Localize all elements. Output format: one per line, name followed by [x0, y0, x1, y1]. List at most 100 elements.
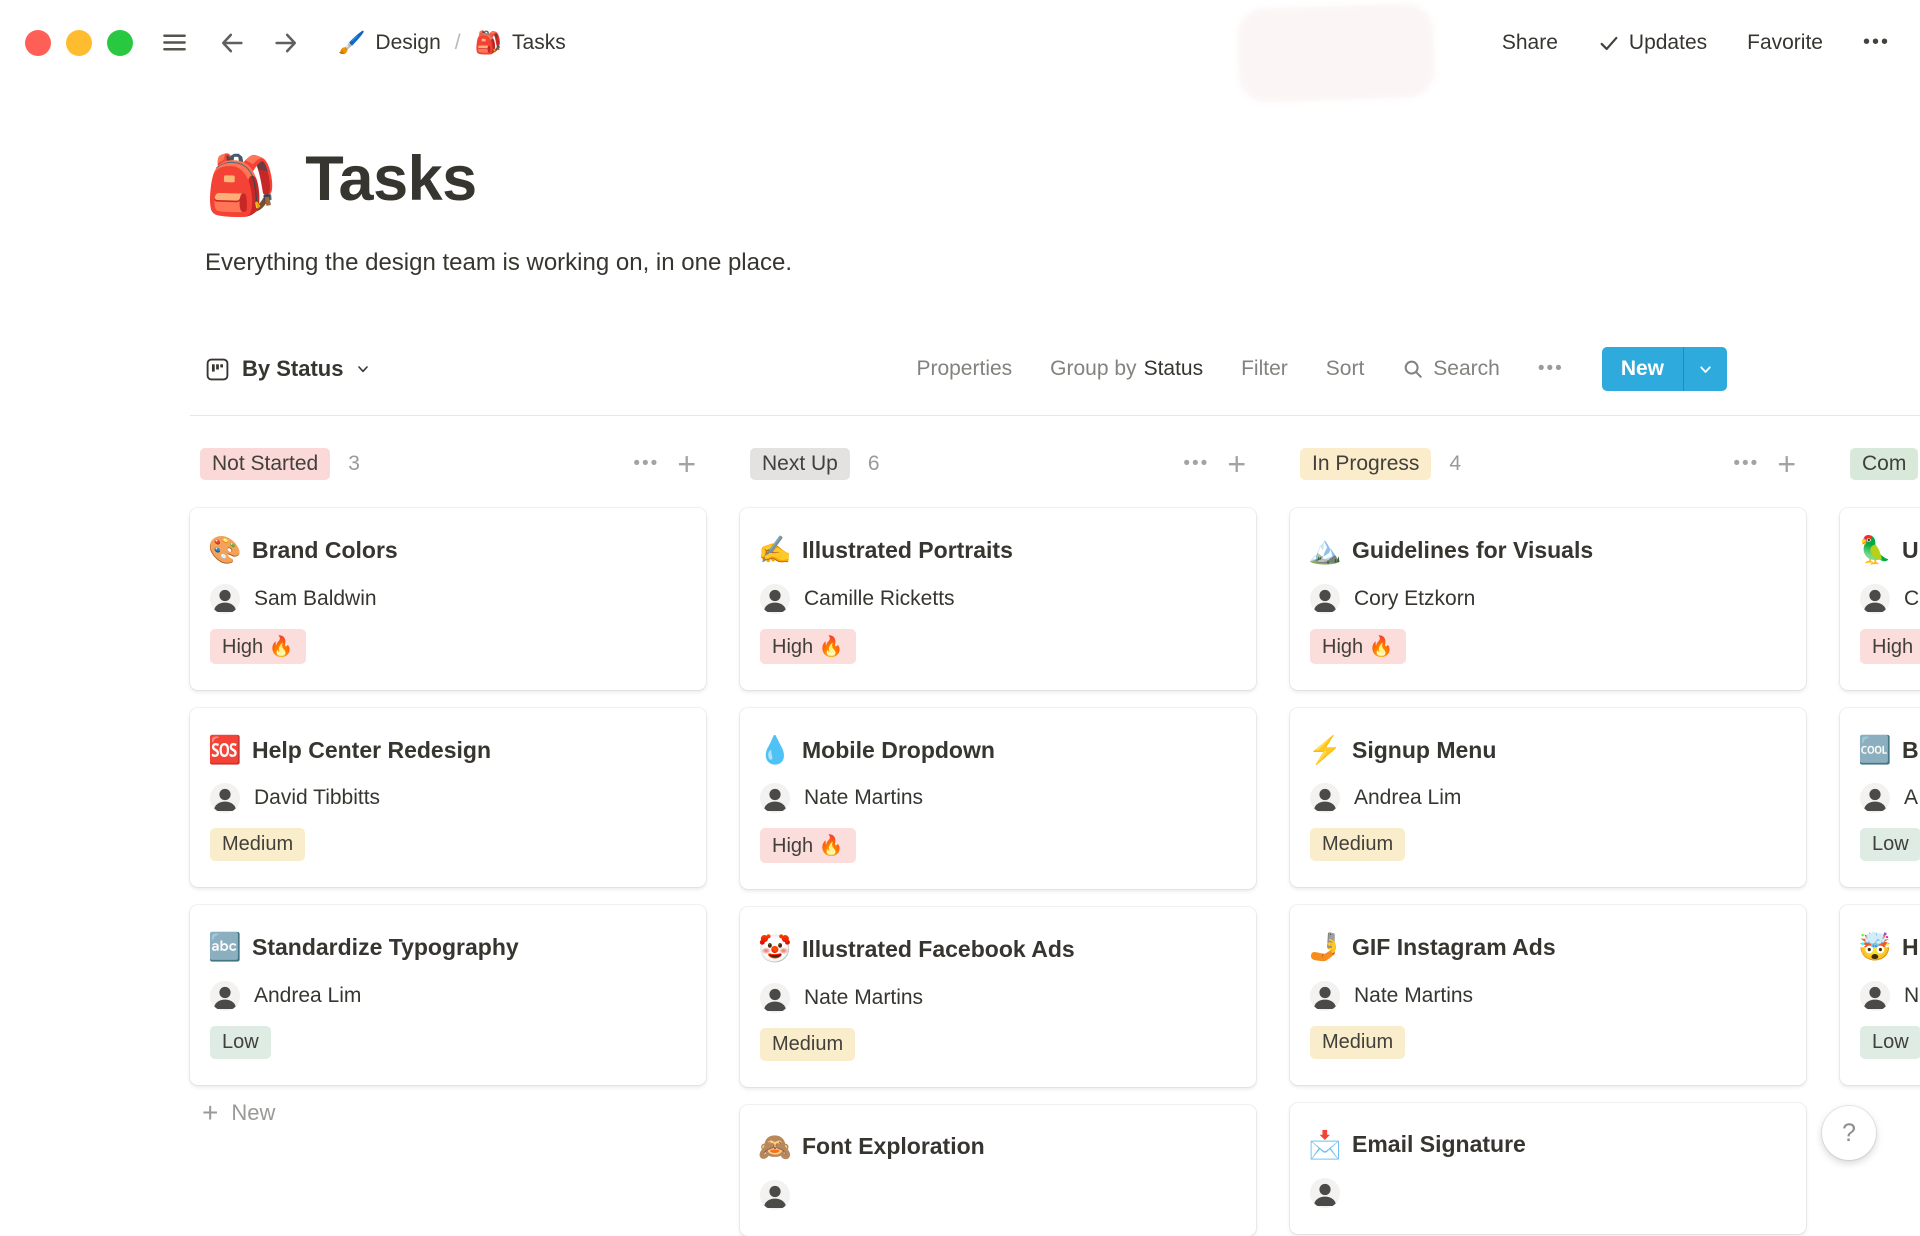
task-card[interactable]: 🆒 B A Low: [1840, 707, 1920, 888]
traffic-lights: [25, 29, 133, 56]
topbar-more-icon[interactable]: •••: [1863, 31, 1890, 54]
assignee-name: Nate Martins: [804, 786, 924, 810]
page-backpack-icon[interactable]: 🎒: [205, 157, 277, 215]
priority-badge: Low: [210, 1025, 271, 1059]
page-description[interactable]: Everything the design team is working on…: [205, 249, 1920, 277]
new-button[interactable]: New: [1602, 347, 1683, 391]
forward-arrow-icon[interactable]: [272, 29, 300, 57]
page-header: 🎒 Tasks: [205, 143, 1920, 215]
assignee-name: David Tibbitts: [254, 786, 381, 810]
column-status-badge[interactable]: Not Started: [200, 448, 331, 481]
view-switcher[interactable]: By Status: [205, 356, 371, 382]
task-card[interactable]: 🎨 Brand Colors Sam Baldwin High 🔥: [190, 508, 706, 690]
page-title[interactable]: Tasks: [305, 143, 477, 215]
toolbar-more-icon[interactable]: •••: [1538, 358, 1564, 380]
updates-button[interactable]: Updates: [1598, 31, 1707, 55]
task-title-row: 🙈 Font Exploration: [758, 1131, 1238, 1163]
column-status-badge[interactable]: Com: [1850, 448, 1919, 481]
zoom-window-button[interactable]: [107, 29, 133, 56]
task-assignee-row: Cory Etzkorn: [1308, 583, 1788, 614]
column-header: In Progress 4 ••• +: [1290, 444, 1806, 484]
assignee-avatar: [760, 783, 790, 814]
breadcrumb-item-design[interactable]: 🖌️ Design: [338, 30, 441, 56]
column-add-icon[interactable]: +: [1777, 448, 1796, 480]
breadcrumb-item-tasks[interactable]: 🎒 Tasks: [475, 30, 566, 56]
help-label: ?: [1842, 1118, 1856, 1147]
task-emoji-icon: ⚡: [1308, 734, 1342, 765]
column-more-icon[interactable]: •••: [1183, 453, 1209, 475]
task-card[interactable]: 💧 Mobile Dropdown Nate Martins High 🔥: [740, 707, 1256, 890]
task-card[interactable]: ⚡ Signup Menu Andrea Lim Medium: [1290, 707, 1806, 888]
assignee-avatar: [210, 980, 240, 1011]
board-column: Not Started 3 ••• + 🎨 Brand Colors Sam B…: [190, 444, 706, 1136]
assignee-avatar: [1310, 783, 1340, 814]
task-assignee-row: Andrea Lim: [208, 980, 688, 1011]
kanban-board: Not Started 3 ••• + 🎨 Brand Colors Sam B…: [190, 444, 1920, 1236]
task-title: Illustrated Portraits: [802, 537, 1013, 564]
task-title-row: 🔤 Standardize Typography: [208, 931, 688, 963]
column-more-icon[interactable]: •••: [1733, 453, 1759, 475]
search-button[interactable]: Search: [1402, 357, 1500, 381]
filter-button[interactable]: Filter: [1241, 357, 1288, 381]
group-by-button[interactable]: Group by Status: [1050, 357, 1203, 381]
task-card[interactable]: 🤳 GIF Instagram Ads Nate Martins Medium: [1290, 905, 1806, 1085]
task-assignee-row: Camille Ricketts: [758, 583, 1238, 614]
task-card[interactable]: 🆘 Help Center Redesign David Tibbitts Me…: [190, 707, 706, 888]
chevron-down-icon: [355, 361, 371, 377]
minimize-window-button[interactable]: [66, 29, 92, 56]
priority-badge: High 🔥: [1310, 628, 1406, 664]
column-header: Not Started 3 ••• +: [190, 444, 706, 484]
task-title: Standardize Typography: [252, 933, 519, 960]
task-emoji-icon: 🤡: [758, 934, 792, 965]
assignee-name: Sam Baldwin: [254, 586, 377, 610]
help-button[interactable]: ?: [1822, 1106, 1876, 1160]
task-card[interactable]: 🦜 U C High 🔥: [1840, 508, 1920, 690]
column-status-badge[interactable]: In Progress: [1300, 448, 1432, 481]
breadcrumb: 🖌️ Design / 🎒 Tasks: [338, 30, 566, 56]
column-add-icon[interactable]: +: [1227, 448, 1246, 480]
task-assignee-row: C: [1858, 583, 1920, 614]
task-title: Signup Menu: [1352, 736, 1497, 763]
task-emoji-icon: 🙈: [758, 1131, 792, 1162]
task-card[interactable]: 🏔️ Guidelines for Visuals Cory Etzkorn H…: [1290, 508, 1806, 690]
topbar-actions: Share Updates Favorite •••: [1502, 31, 1890, 55]
priority-badge: High 🔥: [1860, 628, 1920, 664]
back-arrow-icon[interactable]: [218, 29, 246, 57]
task-title-row: 🤡 Illustrated Facebook Ads: [758, 933, 1238, 965]
sort-button[interactable]: Sort: [1326, 357, 1365, 381]
task-title: H: [1902, 933, 1919, 960]
add-card-button[interactable]: + New: [190, 1089, 706, 1137]
sidebar-menu-icon[interactable]: [161, 29, 188, 56]
task-assignee-row: Nate Martins: [1308, 980, 1788, 1011]
column-status-badge[interactable]: Next Up: [750, 448, 850, 481]
column-more-icon[interactable]: •••: [633, 453, 659, 475]
column-card-list: ✍️ Illustrated Portraits Camille Rickett…: [740, 508, 1256, 1236]
column-add-icon[interactable]: +: [677, 448, 696, 480]
task-title: U: [1902, 537, 1919, 564]
task-title: GIF Instagram Ads: [1352, 933, 1556, 960]
plus-icon: +: [202, 1096, 219, 1128]
board-column: Com ••• + 🦜 U C High 🔥 🆒 B A: [1840, 444, 1920, 1085]
task-card[interactable]: 🙈 Font Exploration: [740, 1104, 1256, 1236]
group-by-label: Group by: [1050, 357, 1137, 381]
toolbar-actions: Properties Group by Status Filter Sort S…: [916, 347, 1727, 392]
task-emoji-icon: 🎨: [208, 535, 242, 566]
task-card[interactable]: 🤡 Illustrated Facebook Ads Nate Martins …: [740, 907, 1256, 1087]
task-card[interactable]: ✍️ Illustrated Portraits Camille Rickett…: [740, 508, 1256, 690]
task-assignee-row: Nate Martins: [758, 783, 1238, 814]
assignee-avatar: [1860, 583, 1890, 614]
task-emoji-icon: 🏔️: [1308, 535, 1342, 566]
new-button-dropdown[interactable]: [1683, 347, 1727, 392]
close-window-button[interactable]: [25, 29, 51, 56]
favorite-button[interactable]: Favorite: [1747, 31, 1823, 55]
share-button[interactable]: Share: [1502, 31, 1558, 55]
task-emoji-icon: 🆘: [208, 734, 242, 765]
task-card[interactable]: 📩 Email Signature: [1290, 1102, 1806, 1234]
task-card[interactable]: 🤯 H N Low: [1840, 905, 1920, 1085]
column-card-list: 🦜 U C High 🔥 🆒 B A Low 🤯 H: [1840, 508, 1920, 1085]
favorite-label: Favorite: [1747, 30, 1823, 54]
task-card[interactable]: 🔤 Standardize Typography Andrea Lim Low: [190, 905, 706, 1085]
properties-button[interactable]: Properties: [916, 357, 1012, 381]
assignee-avatar: [1310, 583, 1340, 614]
task-title: Illustrated Facebook Ads: [802, 935, 1075, 962]
